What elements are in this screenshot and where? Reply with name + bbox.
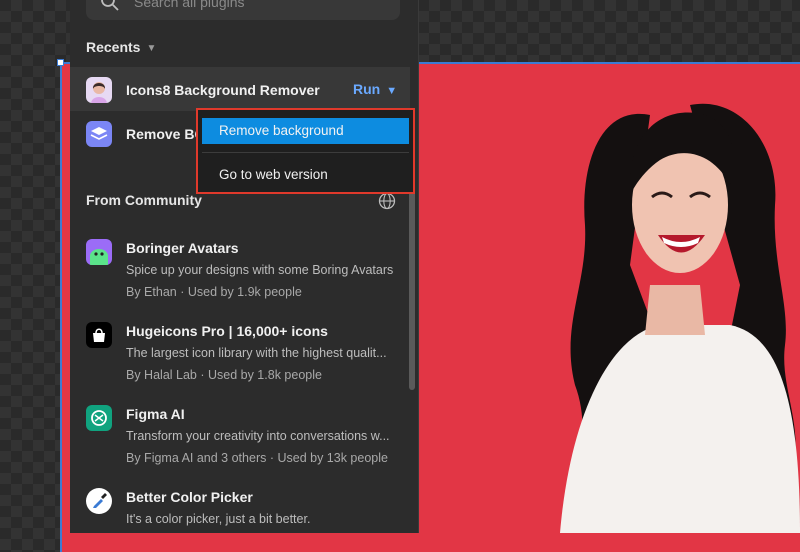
icons8-plugin-avatar-icon	[86, 77, 112, 103]
openai-icon	[86, 405, 112, 431]
run-dropdown-menu: Remove background Go to web version	[196, 108, 415, 194]
community-header: From Community	[86, 192, 202, 208]
run-button[interactable]: Run ▼	[353, 81, 397, 97]
shopping-bag-icon	[86, 322, 112, 348]
plugin-name[interactable]: Figma AI	[126, 406, 185, 422]
recents-header[interactable]: Recents ▼	[86, 39, 156, 55]
plugin-name[interactable]: Boringer Avatars	[126, 240, 239, 256]
menu-item-remove-background[interactable]: Remove background	[202, 118, 409, 144]
chevron-down-icon: ▼	[386, 85, 398, 97]
selection-handle[interactable]	[57, 59, 64, 66]
plugin-description: Spice up your designs with some Boring A…	[126, 263, 394, 277]
recents-title: Recents	[86, 39, 141, 55]
woman-photo	[560, 103, 800, 533]
plugin-description: The largest icon library with the highes…	[126, 346, 387, 360]
boringer-avatars-icon	[86, 239, 112, 265]
plugin-meta: By Ethan · Used by 1.9k people	[126, 285, 302, 299]
menu-item-web-version[interactable]: Go to web version	[202, 162, 409, 188]
search-input[interactable]: Search all plugins	[86, 0, 400, 20]
plugin-meta: By Halal Lab · Used by 1.8k people	[126, 368, 322, 382]
plugin-name: Icons8 Background Remover	[126, 82, 320, 98]
menu-divider	[202, 152, 409, 153]
layers-icon	[86, 121, 112, 147]
plugin-name[interactable]: Hugeicons Pro | 16,000+ icons	[126, 323, 328, 339]
search-icon	[101, 0, 119, 11]
run-label: Run	[353, 81, 381, 97]
search-placeholder: Search all plugins	[134, 0, 245, 10]
eyedropper-icon	[86, 488, 112, 514]
plugin-name[interactable]: Remove BG	[126, 126, 205, 142]
globe-icon[interactable]	[378, 192, 396, 210]
plugin-description: Transform your creativity into conversat…	[126, 429, 390, 443]
plugins-panel: Search all plugins Recents ▼ Icons8 Backg…	[70, 0, 419, 533]
plugin-name[interactable]: Better Color Picker	[126, 489, 253, 505]
plugin-meta: By Figma AI and 3 others · Used by 13k p…	[126, 451, 388, 465]
chevron-down-icon: ▼	[146, 43, 157, 54]
plugin-description: It's a color picker, just a bit better.	[126, 512, 311, 526]
